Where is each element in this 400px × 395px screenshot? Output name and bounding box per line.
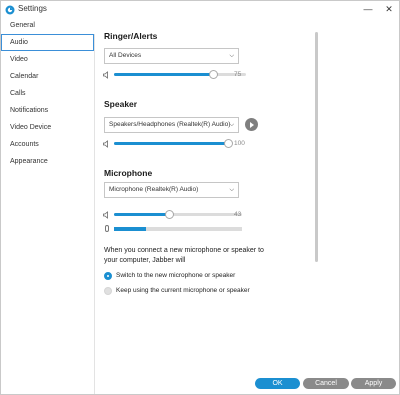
sidebar-item-calendar[interactable]: Calendar xyxy=(1,68,94,85)
ringer-device-select[interactable]: All Devices ⌵ xyxy=(104,48,239,64)
ringer-volume-slider[interactable] xyxy=(114,70,246,79)
settings-window: Settings — ✕ General Audio Video Calenda… xyxy=(0,0,400,395)
speaker-icon xyxy=(103,71,108,79)
microphone-volume-thumb[interactable] xyxy=(164,210,174,219)
speaker-device-select[interactable]: Speakers/Headphones (Realtek(R) Audio) ⌵ xyxy=(104,117,239,133)
ringer-volume-value: 75 xyxy=(234,71,242,78)
sidebar-item-video-device[interactable]: Video Device xyxy=(1,119,94,136)
microphone-volume-slider[interactable] xyxy=(114,210,242,219)
cancel-button[interactable]: Cancel xyxy=(303,378,349,389)
connect-behavior-text: When you connect a new microphone or spe… xyxy=(104,247,264,264)
speaker-icon xyxy=(103,211,108,219)
ok-button[interactable]: OK xyxy=(255,378,300,389)
minimize-button[interactable]: — xyxy=(361,3,375,16)
ringer-device-value: All Devices xyxy=(109,52,142,59)
microphone-section-title: Microphone xyxy=(104,168,153,178)
microphone-icon xyxy=(105,225,109,232)
chevron-down-icon: ⌵ xyxy=(229,187,234,193)
radio-keep-label: Keep using the current microphone or spe… xyxy=(116,287,250,294)
radio-unselected-icon[interactable] xyxy=(104,287,112,295)
jabber-logo-icon xyxy=(5,5,15,15)
microphone-input-level xyxy=(114,227,242,231)
audio-settings-panel: Ringer/Alerts All Devices ⌵ 75 Speaker S… xyxy=(96,19,398,374)
speaker-device-value: Speakers/Headphones (Realtek(R) Audio) xyxy=(109,121,231,128)
microphone-device-select[interactable]: Microphone (Realtek(R) Audio) ⌵ xyxy=(104,182,239,198)
microphone-volume-fill xyxy=(114,213,170,216)
settings-sidebar: General Audio Video Calendar Calls Notif… xyxy=(1,22,95,394)
sidebar-item-appearance[interactable]: Appearance xyxy=(1,153,94,170)
speaker-volume-value: 100 xyxy=(234,140,245,147)
ringer-volume-fill xyxy=(114,73,213,76)
sidebar-item-accounts[interactable]: Accounts xyxy=(1,136,94,153)
speaker-section-title: Speaker xyxy=(104,99,138,109)
ringer-section-title: Ringer/Alerts xyxy=(104,31,158,41)
sidebar-item-audio[interactable]: Audio xyxy=(1,34,94,51)
chevron-down-icon: ⌵ xyxy=(229,122,234,128)
speaker-volume-slider[interactable] xyxy=(114,139,233,148)
microphone-input-level-fill xyxy=(114,227,146,231)
speaker-icon xyxy=(103,140,108,148)
apply-button[interactable]: Apply xyxy=(351,378,396,389)
radio-switch-label: Switch to the new microphone or speaker xyxy=(116,272,236,279)
sidebar-item-video[interactable]: Video xyxy=(1,51,94,68)
speaker-volume-fill xyxy=(114,142,228,145)
close-button[interactable]: ✕ xyxy=(382,3,396,16)
microphone-volume-value: 43 xyxy=(234,211,242,218)
sidebar-item-notifications[interactable]: Notifications xyxy=(1,102,94,119)
play-icon[interactable] xyxy=(245,118,258,131)
radio-selected-icon[interactable] xyxy=(104,272,112,280)
chevron-down-icon: ⌵ xyxy=(229,53,234,59)
microphone-device-value: Microphone (Realtek(R) Audio) xyxy=(109,186,199,193)
speaker-volume-thumb[interactable] xyxy=(223,139,233,148)
content-scrollbar[interactable] xyxy=(315,32,318,262)
sidebar-item-calls[interactable]: Calls xyxy=(1,85,94,102)
sidebar-item-general[interactable]: General xyxy=(1,17,94,34)
window-title: Settings xyxy=(18,4,47,13)
ringer-volume-thumb[interactable] xyxy=(208,70,218,79)
